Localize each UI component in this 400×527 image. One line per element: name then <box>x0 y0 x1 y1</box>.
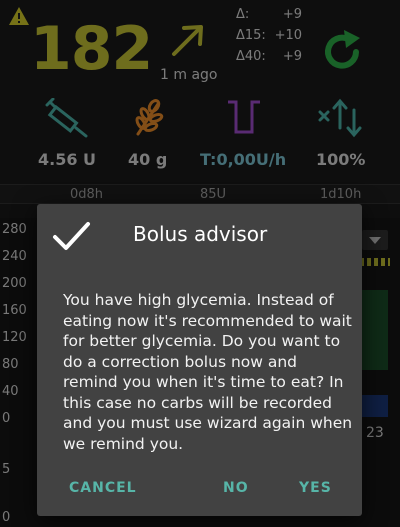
yes-button[interactable]: YES <box>299 480 332 496</box>
cancel-button[interactable]: CANCEL <box>69 480 137 496</box>
dialog-title: Bolus advisor <box>133 222 268 246</box>
check-icon <box>53 222 90 250</box>
bolus-advisor-dialog: Bolus advisor You have high glycemia. In… <box>37 204 362 516</box>
dialog-actions: CANCEL NO YES <box>37 480 362 504</box>
no-button[interactable]: NO <box>223 480 249 496</box>
dialog-message: You have high glycemia. Instead of eatin… <box>63 291 353 453</box>
